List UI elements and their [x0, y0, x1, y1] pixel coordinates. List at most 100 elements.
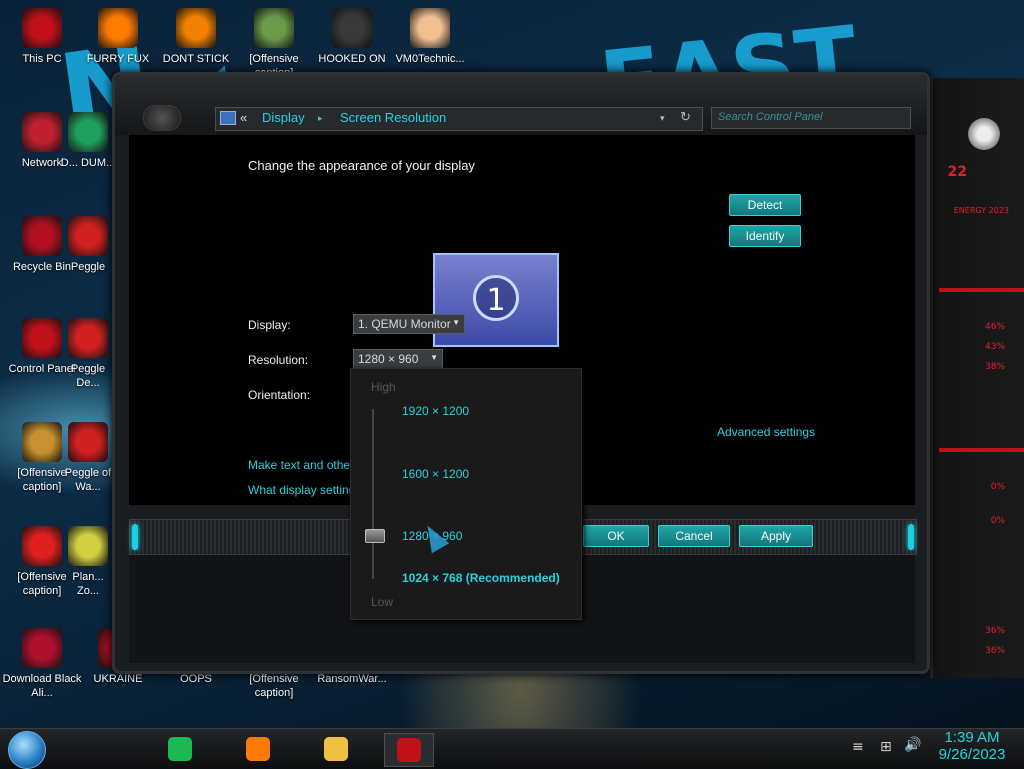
- detect-button[interactable]: Detect: [729, 194, 801, 216]
- firefox-icon: [246, 737, 270, 761]
- taskbar-button[interactable]: [312, 733, 360, 765]
- breadcrumb-separator: ▸: [318, 113, 323, 123]
- alien-download-icon: [22, 628, 62, 668]
- peggle-icon: [68, 216, 108, 256]
- desktop-icon[interactable]: Peggle: [60, 216, 116, 274]
- desktop-icon[interactable]: Plan... Zo...: [60, 526, 116, 598]
- desktop-icon[interactable]: D... DUM...: [60, 112, 116, 170]
- show-hidden-icons-icon[interactable]: ≡: [852, 739, 864, 755]
- resolution-select-value: 1280 × 960: [358, 352, 419, 366]
- advanced-settings-link[interactable]: Advanced settings: [717, 425, 815, 439]
- monitor-icon: [220, 111, 236, 125]
- monitor-number-badge: 1: [473, 275, 519, 321]
- resolution-select[interactable]: 1280 × 960 ▼: [353, 349, 443, 369]
- plants-icon: [68, 526, 108, 566]
- desktop-icon[interactable]: FURRY FUX: [78, 8, 158, 66]
- taskbar-button[interactable]: [156, 733, 204, 765]
- desktop-icon[interactable]: Peggle De...: [60, 318, 116, 390]
- desktop-icon-label: UKRAINE: [93, 673, 143, 685]
- panel-stripe: [939, 448, 1024, 452]
- taskbar-button[interactable]: [234, 733, 282, 765]
- resolution-slider-dropdown[interactable]: High 1920 × 1200 1600 × 1200 1280 × 960 …: [350, 368, 582, 620]
- orientation-label: Orientation:: [248, 388, 311, 402]
- resolution-label: Resolution:: [248, 353, 309, 367]
- desktop-icon[interactable]: VM0Technic...: [390, 8, 470, 66]
- display-select[interactable]: 1. QEMU Monitor ▼: [353, 314, 465, 334]
- volume-icon[interactable]: 🔊: [904, 737, 921, 753]
- chevron-down-icon: ▼: [452, 318, 460, 327]
- recycle-bin-icon: [22, 216, 62, 256]
- panel-percent: 36%: [984, 626, 1005, 636]
- desktop-icon[interactable]: This PC: [2, 8, 82, 66]
- desktop-icon[interactable]: [Offensive caption]: [234, 8, 314, 80]
- bar-glow-right: [908, 524, 914, 550]
- desktop-icon[interactable]: HOOKED ON: [312, 8, 392, 66]
- control-panel-icon: [397, 738, 421, 762]
- app-icon: [68, 112, 108, 152]
- slider-thumb[interactable]: [365, 529, 385, 543]
- panel-percent: 0%: [990, 516, 1005, 526]
- panel-percent: 0%: [990, 482, 1005, 492]
- panel-percent: 46%: [984, 322, 1005, 332]
- firefox-icon: [98, 8, 138, 48]
- clock[interactable]: 1:39 AM 9/26/2023: [930, 729, 1014, 763]
- desktop-icon-label: VM0Technic...: [395, 53, 465, 65]
- start-button[interactable]: [8, 731, 46, 769]
- cancel-button[interactable]: Cancel: [658, 525, 730, 547]
- vlc-icon: [176, 8, 216, 48]
- panel-percent: 36%: [984, 646, 1005, 656]
- desktop-icon-label: Peggle of Wa...: [64, 467, 112, 493]
- control-panel-icon: [22, 318, 62, 358]
- file-explorer-icon: [324, 737, 348, 761]
- spotify-icon: [168, 737, 192, 761]
- apply-button[interactable]: Apply: [739, 525, 813, 547]
- breadcrumb-back[interactable]: «: [240, 110, 247, 125]
- resolution-option-recommended[interactable]: 1024 × 768 (Recommended): [402, 571, 560, 585]
- desktop-icon-label: Peggle: [70, 261, 106, 273]
- back-forward-orb[interactable]: [143, 105, 181, 131]
- hxd-editor-icon: [254, 8, 294, 48]
- bar-glow-left: [132, 524, 138, 550]
- breadcrumb-display[interactable]: Display: [262, 110, 305, 125]
- desktop-icon[interactable]: Download Black Ali...: [2, 628, 82, 700]
- taskbar-button[interactable]: [384, 733, 434, 767]
- display-label: Display:: [248, 318, 291, 332]
- desktop-icon-label: This PC: [22, 53, 62, 65]
- page-heading: Change the appearance of your display: [248, 158, 475, 173]
- slider-track[interactable]: [372, 409, 374, 579]
- panel-code: 22: [947, 164, 967, 180]
- peggle-icon: [68, 318, 108, 358]
- desktop-icon-label: Download Black Ali...: [2, 673, 82, 699]
- identify-button[interactable]: Identify: [729, 225, 801, 247]
- doctor-icon: [410, 8, 450, 48]
- clock-date: 9/26/2023: [938, 746, 1006, 763]
- desktop-icon[interactable]: DONT STICK: [156, 8, 236, 66]
- address-bar[interactable]: « Display ▸ Screen Resolution ▾ ↻: [215, 107, 703, 131]
- alienware-side-panel: 22 ENERGY 2023 46% 43% 38% 0% 0% 36% 36%: [930, 78, 1024, 678]
- red-creature-icon: [22, 526, 62, 566]
- text-size-link[interactable]: Make text and other: [248, 458, 354, 472]
- ok-button[interactable]: OK: [583, 525, 649, 547]
- clock-time: 1:39 AM: [944, 729, 1000, 746]
- desktop-icon-label: FURRY FUX: [86, 53, 150, 65]
- resolution-option[interactable]: 1920 × 1200: [402, 404, 469, 418]
- search-input[interactable]: Search Control Panel: [711, 107, 911, 129]
- refresh-icon[interactable]: ↻: [680, 109, 691, 125]
- desktop-icon-label: OOPS: [180, 673, 212, 685]
- money-bag-icon: [22, 422, 62, 462]
- desktop-icon-label: D... DUM...: [60, 157, 116, 169]
- desktop-icon-label: [Offensive caption]: [249, 673, 299, 699]
- chevron-down-icon[interactable]: ▾: [660, 113, 665, 124]
- breadcrumb-screen-resolution[interactable]: Screen Resolution: [340, 110, 446, 125]
- resolution-option[interactable]: 1600 × 1200: [402, 467, 469, 481]
- slider-low-label: Low: [371, 595, 394, 609]
- chevron-down-icon: ▼: [430, 353, 438, 362]
- computer-icon: [22, 8, 62, 48]
- network-icon[interactable]: ⊞: [880, 739, 892, 755]
- desktop-icon-label: DONT STICK: [162, 53, 230, 65]
- panel-stripe: [939, 288, 1024, 292]
- desktop-icon-label: RansomWar...: [317, 673, 387, 685]
- network-icon: [22, 112, 62, 152]
- display-settings-link[interactable]: What display setting: [248, 483, 355, 497]
- desktop-icon[interactable]: Peggle of Wa...: [60, 422, 116, 494]
